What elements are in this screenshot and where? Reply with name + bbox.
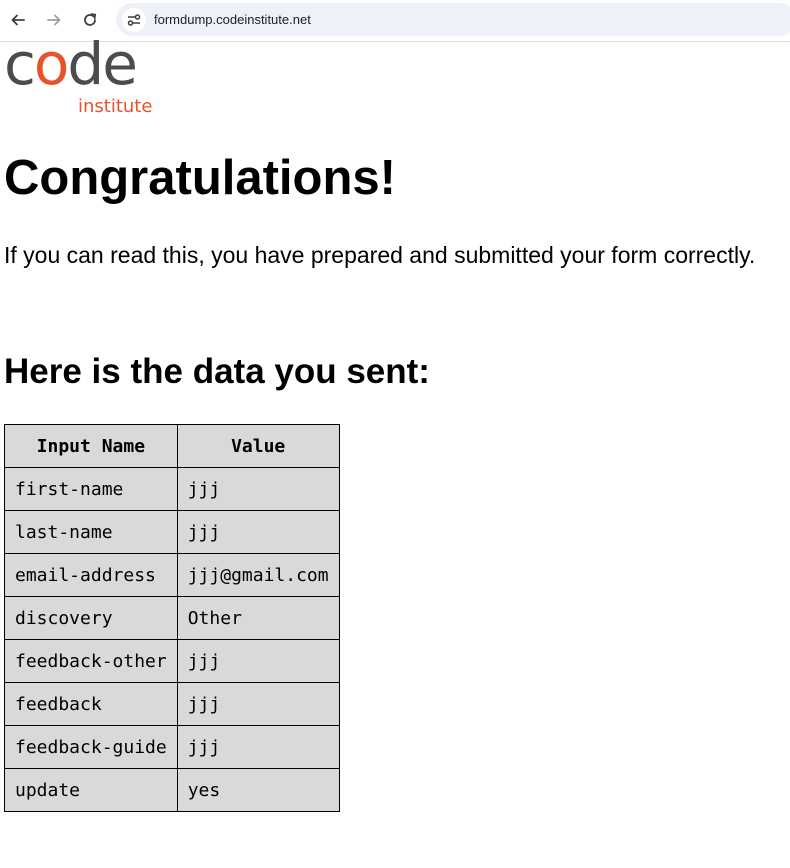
url-text[interactable]: formdump.codeinstitute.net bbox=[154, 12, 311, 27]
logo-letter-c: c bbox=[4, 30, 36, 98]
intro-text: If you can read this, you have prepared … bbox=[4, 242, 756, 268]
column-header-input-name: Input Name bbox=[4, 424, 178, 468]
input-name-cell: discovery bbox=[4, 596, 178, 640]
value-cell: yes bbox=[176, 768, 340, 812]
address-bar[interactable]: formdump.codeinstitute.net bbox=[116, 3, 790, 36]
reload-icon bbox=[84, 13, 97, 26]
logo-letters-de: de bbox=[67, 30, 137, 98]
reload-button[interactable] bbox=[78, 8, 102, 32]
arrow-right-icon bbox=[47, 14, 61, 26]
site-info-icon[interactable] bbox=[122, 7, 146, 32]
value-cell: jjj bbox=[176, 682, 340, 726]
page-title: Congratulations! bbox=[4, 151, 396, 205]
input-name-cell: feedback-guide bbox=[4, 725, 178, 769]
column-header-value: Value bbox=[176, 424, 340, 468]
table-row: first-name jjj bbox=[4, 467, 340, 511]
table-row: discovery Other bbox=[4, 596, 340, 640]
value-cell: Other bbox=[176, 596, 340, 640]
input-name-cell: email-address bbox=[4, 553, 178, 597]
logo-subtitle: institute bbox=[78, 96, 153, 117]
input-name-cell: first-name bbox=[4, 467, 178, 511]
table-row: last-name jjj bbox=[4, 510, 340, 554]
submitted-data-table: Input Name Value first-name jjj last-nam… bbox=[4, 424, 340, 812]
value-cell: jjj@gmail.com bbox=[176, 553, 340, 597]
input-name-cell: update bbox=[4, 768, 178, 812]
value-cell: jjj bbox=[176, 510, 340, 554]
input-name-cell: last-name bbox=[4, 510, 178, 554]
data-heading: Here is the data you sent: bbox=[4, 352, 430, 391]
table-row: feedback-guide jjj bbox=[4, 725, 340, 769]
table-row: email-address jjj@gmail.com bbox=[4, 553, 340, 597]
logo-wordmark: code bbox=[4, 35, 138, 93]
input-name-cell: feedback-other bbox=[4, 639, 178, 683]
code-institute-logo: code institute bbox=[4, 35, 164, 121]
arrow-left-icon bbox=[11, 14, 25, 26]
table-row: feedback jjj bbox=[4, 682, 340, 726]
logo-letter-o: o bbox=[33, 30, 69, 98]
table-row: feedback-other jjj bbox=[4, 639, 340, 683]
input-name-cell: feedback bbox=[4, 682, 178, 726]
value-cell: jjj bbox=[176, 467, 340, 511]
value-cell: jjj bbox=[176, 725, 340, 769]
value-cell: jjj bbox=[176, 639, 340, 683]
table-row: update yes bbox=[4, 768, 340, 812]
table-header-row: Input Name Value bbox=[4, 424, 340, 468]
back-button[interactable] bbox=[6, 8, 30, 32]
forward-button[interactable] bbox=[42, 8, 66, 32]
